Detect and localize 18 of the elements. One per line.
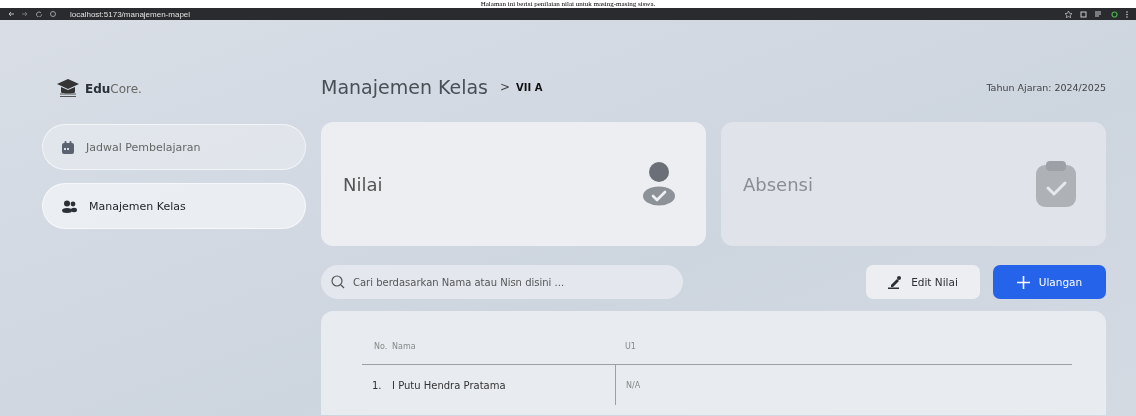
brand-logo: EduCore. — [85, 81, 142, 96]
class-name: VII A — [516, 81, 543, 93]
menu-card[interactable]: Nilai — [321, 122, 706, 246]
add-button[interactable]: Ulangan — [993, 265, 1106, 299]
column-header: No. — [373, 341, 389, 351]
sidebar-item[interactable]: Jadwal Pembelajaran — [42, 124, 306, 170]
column-header: U1 — [624, 341, 637, 351]
table-cell: N/A — [615, 365, 1072, 405]
column-header: Nama — [392, 341, 417, 351]
edit-button[interactable]: Edit Nilai — [866, 265, 980, 299]
academic-year: Tahun Ajaran: 2024/2025 — [986, 81, 1106, 93]
search-field[interactable]: Cari berdasarkan Nama atau Nisn disini ... — [321, 265, 683, 299]
page-title: Manajemen Kelas — [321, 76, 488, 98]
breadcrumb-separator: > — [500, 80, 511, 94]
table-cell-text: 1. — [371, 379, 383, 391]
sidebar-item[interactable]: Manajemen Kelas — [42, 183, 306, 229]
address-bar[interactable]: localhost:5173/manajemen-mapel — [70, 9, 191, 19]
table-cell-text: I Putu Hendra Pratama — [392, 379, 507, 391]
